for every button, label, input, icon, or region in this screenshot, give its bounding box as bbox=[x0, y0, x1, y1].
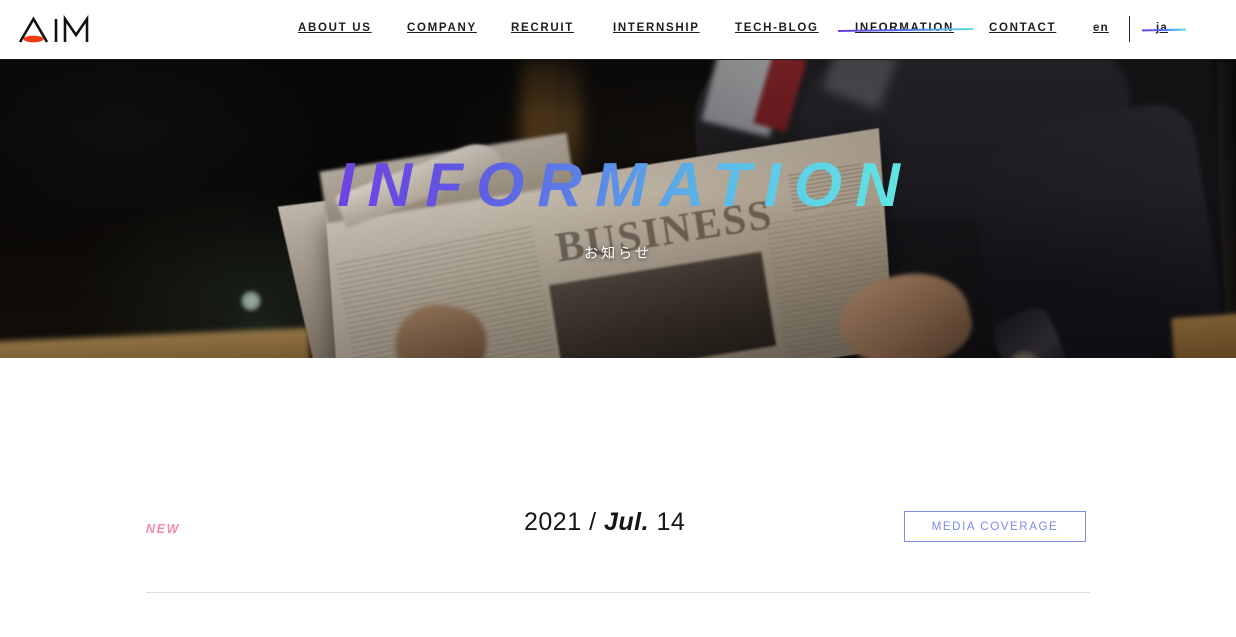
news-item[interactable]: NEW 2021 / Jul. 14 MEDIA COVERAGE bbox=[146, 508, 1090, 560]
news-divider bbox=[146, 592, 1090, 593]
new-badge: NEW bbox=[146, 522, 180, 536]
news-date: 2021 / Jul. 14 bbox=[524, 508, 685, 537]
nav-item-contact[interactable]: CONTACT bbox=[989, 22, 1056, 34]
news-date-year: 2021 bbox=[524, 508, 582, 536]
nav-item-company[interactable]: COMPANY bbox=[407, 22, 477, 34]
lang-divider bbox=[1129, 16, 1130, 42]
news-date-separator: / bbox=[589, 508, 597, 536]
main-nav: ABOUT US COMPANY RECRUIT INTERNSHIP TECH… bbox=[0, 0, 1236, 59]
nav-item-information[interactable]: INFORMATION bbox=[855, 22, 954, 34]
lang-switch-ja[interactable]: ja bbox=[1156, 22, 1168, 34]
news-list: NEW 2021 / Jul. 14 MEDIA COVERAGE 内視鏡AIの… bbox=[0, 358, 1236, 637]
hero-banner: BUSINESS INFORMATION お知らせ bbox=[0, 60, 1236, 358]
site-header: ABOUT US COMPANY RECRUIT INTERNSHIP TECH… bbox=[0, 0, 1236, 60]
page-title: INFORMATION bbox=[337, 151, 913, 220]
nav-item-recruit[interactable]: RECRUIT bbox=[511, 22, 574, 34]
news-date-day: 14 bbox=[656, 508, 686, 536]
page-subtitle: お知らせ bbox=[584, 245, 652, 261]
lang-switch-en[interactable]: en bbox=[1093, 22, 1109, 34]
nav-item-tech-blog[interactable]: TECH-BLOG bbox=[735, 22, 819, 34]
news-category-badge[interactable]: MEDIA COVERAGE bbox=[904, 511, 1086, 542]
nav-item-internship[interactable]: INTERNSHIP bbox=[613, 22, 700, 34]
nav-item-about-us[interactable]: ABOUT US bbox=[298, 22, 372, 34]
news-date-month: Jul. bbox=[603, 508, 650, 536]
